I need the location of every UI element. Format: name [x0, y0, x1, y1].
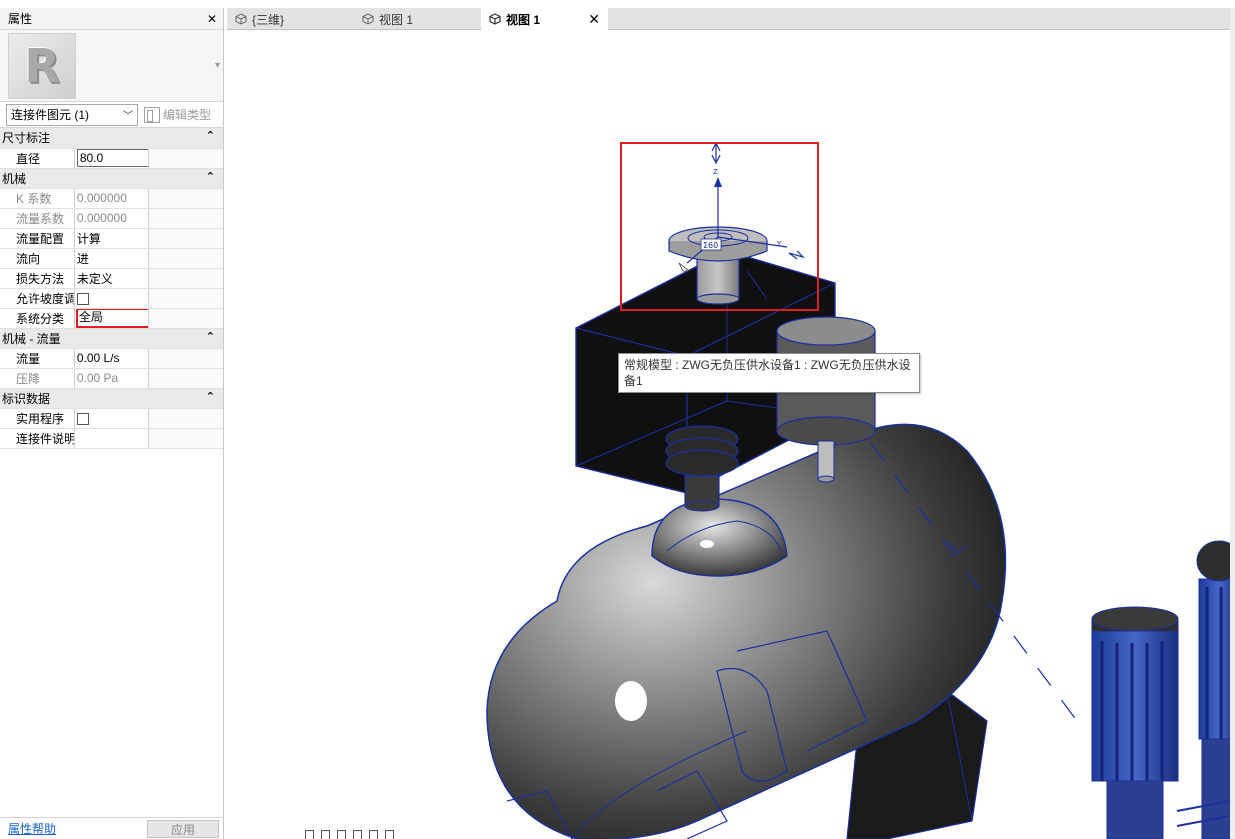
property-row-connector-description[interactable]: 连接件说明 — [0, 428, 223, 449]
properties-palette: 属性 ✕ R ▾ 连接件图元 (1) ﹀ 编辑类型 尺寸标注 ⌃ 直径 80.0… — [0, 8, 224, 839]
element-filter-dropdown[interactable]: 连接件图元 (1) ﹀ — [6, 103, 138, 126]
properties-grid: 尺寸标注 ⌃ 直径 80.0 机械 ⌃ K 系数 0.000000 流量系数 0… — [0, 128, 223, 449]
cube-icon — [362, 13, 374, 25]
property-name: 流量 — [0, 348, 75, 369]
property-row-flow[interactable]: 流量 0.00 L/s — [0, 348, 223, 369]
category-row[interactable]: 机械 ⌃ — [0, 168, 223, 189]
tab-label: 视图 1 — [379, 12, 414, 27]
property-row-k-factor: K 系数 0.000000 — [0, 188, 223, 209]
tab-view-1-active[interactable]: 视图 1 ✕ — [481, 8, 608, 30]
property-row-diameter[interactable]: 直径 80.0 — [0, 148, 223, 169]
property-row-system-classification[interactable]: 系统分类 全局 — [0, 308, 223, 329]
category-row[interactable]: 标识数据 ⌃ — [0, 388, 223, 409]
property-row-allow-slope[interactable]: 允许坡度调整 — [0, 288, 223, 309]
cube-icon — [235, 13, 247, 25]
properties-help-link[interactable]: 属性帮助 — [8, 820, 56, 837]
collapse-icon[interactable]: ⌃ — [206, 390, 221, 403]
collapse-icon[interactable]: ⌃ — [206, 330, 221, 343]
property-name: K 系数 — [0, 188, 75, 209]
view-control-icon[interactable] — [321, 830, 330, 839]
pump-unit-2[interactable] — [1196, 540, 1230, 839]
property-name: 允许坡度调整 — [0, 288, 75, 309]
edit-type-icon — [144, 106, 160, 123]
property-row-pressure-drop: 压降 0.00 Pa — [0, 368, 223, 389]
system-classification-value[interactable]: 全局 — [75, 308, 149, 327]
collapse-icon[interactable]: ⌃ — [206, 129, 221, 142]
element-filter-value: 连接件图元 (1) — [11, 108, 90, 122]
view-control-icon[interactable] — [353, 830, 362, 839]
type-selector[interactable]: R ▾ — [0, 30, 223, 102]
property-value[interactable]: 未定义 — [74, 268, 149, 289]
pressure-tank[interactable] — [486, 410, 1078, 839]
chevron-down-icon: ﹀ — [123, 111, 133, 122]
property-row-flow-config[interactable]: 流量配置 计算 — [0, 228, 223, 249]
category-row[interactable]: 机械 - 流量 ⌃ — [0, 328, 223, 349]
category-row[interactable]: 尺寸标注 ⌃ — [0, 128, 223, 149]
collapse-icon[interactable]: ⌃ — [206, 170, 221, 183]
property-name: 流量系数 — [0, 208, 75, 229]
property-value: 0.000000 — [74, 188, 149, 209]
close-icon[interactable]: ✕ — [207, 13, 217, 25]
element-tooltip: 常规模型 : ZWG无负压供水设备1 : ZWG无负压供水设备1 — [618, 353, 920, 393]
edit-type-button[interactable]: 编辑类型 — [144, 106, 211, 123]
cube-icon — [489, 13, 501, 25]
property-value[interactable]: 进 — [74, 248, 149, 269]
svg-text:Σ60: Σ60 — [703, 241, 718, 250]
property-value: 0.00 Pa — [74, 368, 149, 389]
property-row-loss-method[interactable]: 损失方法 未定义 — [0, 268, 223, 289]
revit-window: 属性 ✕ R ▾ 连接件图元 (1) ﹀ 编辑类型 尺寸标注 ⌃ 直径 80.0… — [0, 0, 1235, 839]
category-label: 标识数据 — [2, 391, 51, 406]
pump-unit-1[interactable] — [1091, 606, 1179, 839]
view-control-icon[interactable] — [305, 830, 314, 839]
allow-slope-checkbox[interactable] — [76, 292, 89, 305]
property-name: 连接件说明 — [0, 428, 75, 449]
properties-title-bar: 属性 ✕ — [0, 8, 223, 30]
category-label: 尺寸标注 — [2, 131, 51, 146]
close-icon[interactable]: ✕ — [588, 11, 600, 28]
property-name: 流量配置 — [0, 228, 75, 249]
property-name: 系统分类 — [0, 308, 75, 329]
view-control-bar[interactable] — [305, 830, 394, 839]
edit-type-label: 编辑类型 — [163, 108, 212, 122]
apply-button[interactable]: 应用 — [147, 819, 219, 838]
property-name: 实用程序 — [0, 408, 75, 429]
property-name: 压降 — [0, 368, 75, 389]
property-name: 直径 — [0, 148, 75, 169]
properties-title: 属性 — [8, 12, 33, 26]
axis-y-label: Y — [776, 240, 782, 248]
tab-label: 视图 1 — [506, 12, 541, 27]
3d-viewport[interactable]: Σ60 Z Y 常规模型: ZWG无负压供水设备1: ZWG无负压供水设备1 — [227, 31, 1230, 839]
top-strip — [0, 0, 1235, 8]
property-row-flow-factor: 流量系数 0.000000 — [0, 208, 223, 229]
element-selector-row: 连接件图元 (1) ﹀ 编辑类型 — [0, 102, 223, 128]
chevron-down-icon[interactable]: ▾ — [215, 60, 220, 71]
property-row-utility[interactable]: 实用程序 — [0, 408, 223, 429]
tab-3d-view[interactable]: {三维} — [227, 8, 354, 30]
view-control-icon[interactable] — [337, 830, 346, 839]
property-value[interactable]: 0.00 L/s — [74, 348, 149, 369]
diameter-input[interactable]: 80.0 — [76, 149, 149, 167]
tab-view-1[interactable]: 视图 1 — [354, 8, 481, 30]
property-row-flow-direction[interactable]: 流向 进 — [0, 248, 223, 269]
view-tabs: {三维} 视图 1 视图 1 ✕ — [227, 8, 1235, 30]
revit-family-icon: R — [8, 33, 76, 99]
utility-checkbox[interactable] — [76, 412, 89, 425]
axis-z-label: Z — [713, 168, 718, 176]
view-control-icon[interactable] — [385, 830, 394, 839]
property-value[interactable]: 计算 — [74, 228, 149, 249]
view-control-icon[interactable] — [369, 830, 378, 839]
window-right-border — [1230, 8, 1235, 839]
model-scene[interactable]: Σ60 Z Y — [227, 31, 1230, 839]
category-label: 机械 — [2, 171, 27, 186]
category-label: 机械 - 流量 — [2, 331, 61, 346]
properties-footer: 属性帮助 应用 — [0, 817, 223, 839]
property-name: 损失方法 — [0, 268, 75, 289]
property-value: 0.000000 — [74, 208, 149, 229]
property-value[interactable] — [74, 428, 149, 449]
property-name: 流向 — [0, 248, 75, 269]
tab-label: {三维} — [252, 12, 285, 27]
